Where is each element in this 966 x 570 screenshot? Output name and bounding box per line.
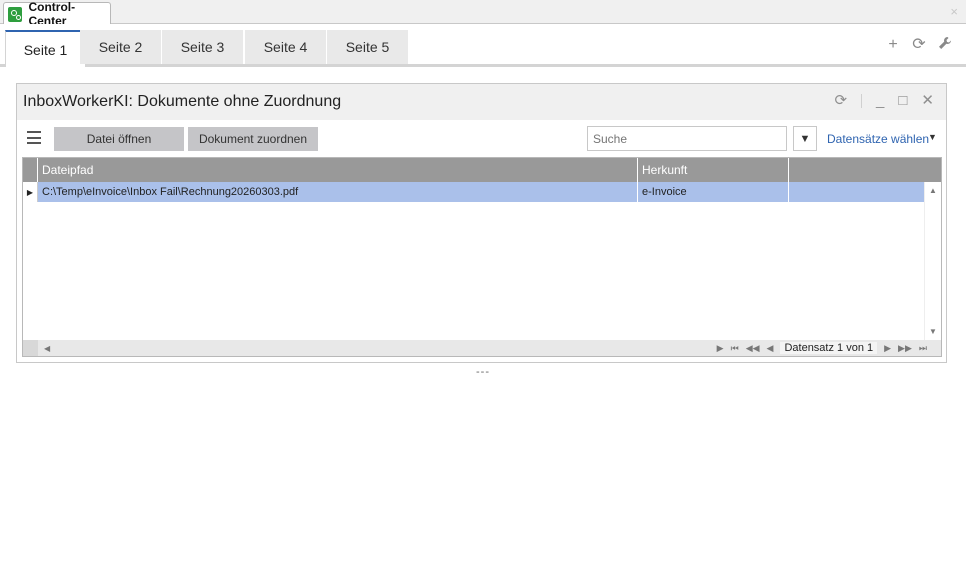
- tab-seite-2[interactable]: Seite 2: [80, 30, 161, 64]
- tab-tools: + ⟳: [886, 36, 952, 55]
- cell-herkunft[interactable]: e-Invoice: [638, 182, 789, 202]
- filter-dropdown-button[interactable]: ▼: [793, 126, 817, 151]
- tab-seite-3[interactable]: Seite 3: [162, 30, 243, 64]
- scroll-down-icon[interactable]: ▼: [929, 327, 937, 336]
- next-page-icon[interactable]: ▶▶: [898, 343, 912, 354]
- widget-header: InboxWorkerKI: Dokumente ohne Zuordnung …: [17, 84, 946, 120]
- scroll-up-icon[interactable]: ▲: [929, 186, 937, 195]
- widget-toolbar: Datei öffnen Dokument zuordnen ▼ Datensä…: [17, 120, 946, 156]
- next-record-icon[interactable]: ▶: [884, 343, 891, 354]
- add-icon[interactable]: +: [886, 36, 900, 55]
- resize-handle[interactable]: ---: [476, 366, 490, 378]
- previous-record-icon[interactable]: ◀: [767, 343, 774, 354]
- record-navigator: ▶ ⏮ ◀◀ ◀ Datensatz 1 von 1 ▶ ▶▶ ⏭: [717, 340, 927, 356]
- close-icon[interactable]: ✕: [921, 93, 934, 109]
- divider: [861, 94, 863, 108]
- refresh-icon[interactable]: ⟳: [912, 36, 926, 55]
- column-header-dateipfad[interactable]: Dateipfad: [38, 158, 638, 182]
- data-grid: Dateipfad Herkunft ▶ C:\Temp\eInvoice\In…: [22, 157, 942, 357]
- widget-controls: ⟳ _ □ ✕: [834, 93, 934, 109]
- hamburger-menu-icon[interactable]: [27, 131, 41, 144]
- row-indicator-header: [23, 158, 38, 182]
- table-row[interactable]: ▶ C:\Temp\eInvoice\Inbox Fail\Rechnung20…: [23, 182, 925, 202]
- page-tab-bar: Seite 1 Seite 2 Seite 3 Seite 4 Seite 5 …: [0, 24, 966, 67]
- widget-title: InboxWorkerKI: Dokumente ohne Zuordnung: [23, 93, 342, 110]
- tab-seite-1[interactable]: Seite 1: [5, 30, 86, 67]
- scroll-right-icon[interactable]: ▶: [717, 343, 724, 354]
- scroll-left-icon[interactable]: ◀: [44, 344, 50, 353]
- search-input[interactable]: [587, 126, 787, 151]
- cell-dateipfad[interactable]: C:\Temp\eInvoice\Inbox Fail\Rechnung2026…: [38, 182, 638, 202]
- document-tab-strip: Control-Center ×: [0, 0, 966, 28]
- select-records-link[interactable]: Datensätze wählen: [827, 132, 929, 146]
- maximize-icon[interactable]: □: [898, 93, 907, 109]
- wrench-icon[interactable]: [938, 36, 952, 55]
- row-indicator-icon: ▶: [23, 182, 38, 202]
- previous-page-icon[interactable]: ◀◀: [746, 343, 760, 354]
- first-record-icon[interactable]: ⏮: [731, 343, 739, 354]
- grid-header: Dateipfad Herkunft: [23, 158, 941, 182]
- widget-panel: InboxWorkerKI: Dokumente ohne Zuordnung …: [16, 83, 947, 363]
- chevron-down-icon[interactable]: ▼: [928, 132, 937, 142]
- minimize-icon[interactable]: _: [876, 93, 884, 109]
- vertical-scrollbar[interactable]: ▲ ▼: [924, 182, 941, 340]
- last-record-icon[interactable]: ⏭: [919, 343, 927, 354]
- control-center-app-icon: [8, 6, 23, 22]
- record-position-label: Datensatz 1 von 1: [780, 342, 878, 354]
- column-header-herkunft[interactable]: Herkunft: [638, 158, 789, 182]
- tab-seite-5[interactable]: Seite 5: [327, 30, 408, 64]
- assign-document-button[interactable]: Dokument zuordnen: [188, 127, 318, 151]
- close-icon[interactable]: ×: [950, 4, 958, 19]
- refresh-icon[interactable]: ⟳: [834, 93, 847, 109]
- doc-tab-control-center[interactable]: Control-Center: [3, 0, 111, 28]
- column-header-empty: [789, 158, 941, 182]
- footer-corner: [23, 340, 38, 356]
- grid-footer: ◀ ▶ ⏮ ◀◀ ◀ Datensatz 1 von 1 ▶ ▶▶ ⏭: [23, 340, 941, 356]
- open-file-button[interactable]: Datei öffnen: [54, 127, 184, 151]
- cell-empty[interactable]: [789, 182, 925, 202]
- tab-seite-4[interactable]: Seite 4: [245, 30, 326, 64]
